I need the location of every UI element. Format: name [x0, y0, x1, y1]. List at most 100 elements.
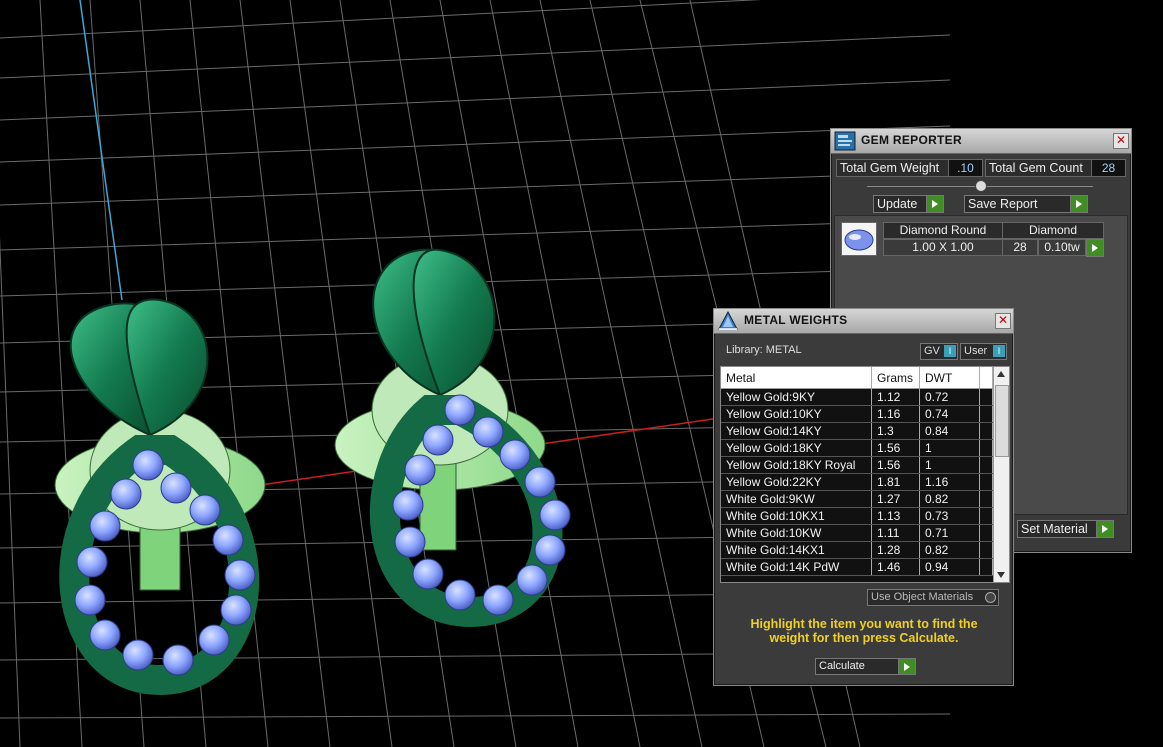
save-report-button[interactable]: Save Report	[964, 195, 1088, 213]
metal-name-cell: Yellow Gold:18KY	[721, 439, 872, 457]
gv-label: GV	[924, 345, 940, 357]
table-row[interactable]: White Gold:10KX1 1.13 0.73	[721, 507, 993, 525]
metal-table-scrollbar[interactable]	[993, 367, 1009, 582]
metal-name-cell: White Gold:14KX1	[721, 541, 872, 559]
grams-cell: 1.56	[871, 439, 920, 457]
table-row[interactable]: Yellow Gold:18KY Royal 1.56 1	[721, 456, 993, 474]
toggle-indicator-icon: I	[944, 345, 956, 357]
dwt-cell: 0.74	[919, 405, 980, 423]
gem-weight-cell: 0.10tw	[1038, 239, 1086, 256]
gem-count-cell: 28	[1002, 239, 1038, 256]
table-row[interactable]: White Gold:10KW 1.11 0.71	[721, 524, 993, 542]
metal-name-cell: White Gold:10KW	[721, 524, 872, 542]
gem-material-cell: Diamond	[1002, 222, 1104, 239]
gem-reporter-close-button[interactable]: ✕	[1113, 133, 1129, 149]
use-object-materials-label: Use Object Materials	[871, 591, 974, 603]
gem-name-cell: Diamond Round	[883, 222, 1003, 239]
gv-toggle[interactable]: GV I	[920, 343, 958, 360]
dwt-cell: 0.84	[919, 422, 980, 440]
set-material-button[interactable]: Set Material	[1017, 520, 1114, 538]
metal-weights-title: METAL WEIGHTS	[744, 313, 848, 327]
total-gem-count-value: 28	[1091, 159, 1126, 177]
extra-cell	[979, 541, 993, 559]
extra-cell	[979, 524, 993, 542]
column-header-grams[interactable]: Grams	[871, 367, 920, 389]
extra-cell	[979, 473, 993, 491]
play-icon	[898, 659, 915, 674]
dwt-cell: 0.94	[919, 558, 980, 576]
column-header-dwt[interactable]: DWT	[919, 367, 980, 389]
table-row[interactable]: Yellow Gold:22KY 1.81 1.16	[721, 473, 993, 491]
total-gem-weight-value: .10	[948, 159, 983, 177]
library-label: Library: METAL	[726, 344, 802, 356]
radio-icon	[985, 592, 996, 603]
grams-cell: 1.13	[871, 507, 920, 525]
gem-reporter-titlebar[interactable]: GEM REPORTER ✕	[831, 129, 1131, 154]
dwt-cell: 1	[919, 456, 980, 474]
metal-weights-close-button[interactable]: ✕	[995, 313, 1011, 329]
user-label: User	[964, 345, 988, 357]
play-icon	[1070, 196, 1087, 212]
dwt-cell: 0.73	[919, 507, 980, 525]
set-material-label: Set Material	[1021, 522, 1088, 536]
metal-name-cell: White Gold:14K PdW	[721, 558, 872, 576]
play-icon	[1096, 521, 1113, 537]
y-axis-line	[79, 0, 123, 301]
update-button[interactable]: Update	[873, 195, 944, 213]
right-earring[interactable]	[334, 248, 571, 628]
table-row[interactable]: White Gold:14K PdW 1.46 0.94	[721, 558, 993, 576]
gem-row[interactable]: Diamond Round Diamond 1.00 X 1.00 28 0.1…	[841, 222, 1104, 257]
table-row[interactable]: White Gold:14KX1 1.28 0.82	[721, 541, 993, 559]
gem-reporter-title: GEM REPORTER	[861, 133, 962, 147]
use-object-materials-checkbox[interactable]: Use Object Materials	[867, 589, 999, 606]
user-toggle[interactable]: User I	[960, 343, 1007, 360]
extra-cell	[979, 507, 993, 525]
table-row[interactable]: Yellow Gold:18KY 1.56 1	[721, 439, 993, 457]
metal-name-cell: Yellow Gold:9KY	[721, 388, 872, 406]
table-row[interactable]: Yellow Gold:9KY 1.12 0.72	[721, 388, 993, 406]
dwt-cell: 0.82	[919, 541, 980, 559]
table-row[interactable]: White Gold:9KW 1.27 0.82	[721, 490, 993, 508]
metal-name-cell: White Gold:9KW	[721, 490, 872, 508]
metal-weights-icon	[718, 311, 738, 330]
calculate-button[interactable]: Calculate	[815, 658, 916, 675]
grams-cell: 1.28	[871, 541, 920, 559]
hint-text: Highlight the item you want to find the …	[750, 617, 978, 645]
dwt-cell: 0.71	[919, 524, 980, 542]
metal-name-cell: Yellow Gold:14KY	[721, 422, 872, 440]
splitter-handle[interactable]	[975, 180, 987, 192]
play-icon	[926, 196, 943, 212]
grams-cell: 1.3	[871, 422, 920, 440]
extra-cell	[979, 456, 993, 474]
dwt-cell: 1.16	[919, 473, 980, 491]
gem-report-icon	[834, 131, 856, 151]
scroll-up-icon[interactable]	[997, 371, 1005, 377]
table-row[interactable]: Yellow Gold:14KY 1.3 0.84	[721, 422, 993, 440]
dwt-cell: 0.82	[919, 490, 980, 508]
column-header-extra	[979, 367, 993, 389]
extra-cell	[979, 422, 993, 440]
gem-row-play-button[interactable]	[1086, 239, 1104, 257]
extra-cell	[979, 490, 993, 508]
column-header-metal[interactable]: Metal	[721, 367, 872, 389]
grams-cell: 1.27	[871, 490, 920, 508]
left-earring[interactable]	[54, 298, 266, 696]
scroll-thumb[interactable]	[995, 385, 1009, 457]
play-icon	[1092, 244, 1098, 252]
extra-cell	[979, 388, 993, 406]
metal-table: Metal Grams DWT Yellow Gold:9KY 1.12 0.72 Y…	[721, 367, 993, 576]
grams-cell: 1.46	[871, 558, 920, 576]
dwt-cell: 1	[919, 439, 980, 457]
toggle-indicator-icon: I	[993, 345, 1005, 357]
metal-table-header: Metal Grams DWT	[721, 367, 993, 389]
scroll-down-icon[interactable]	[997, 572, 1005, 578]
extra-cell	[979, 439, 993, 457]
metal-table-wrap: Metal Grams DWT Yellow Gold:9KY 1.12 0.72 Y…	[721, 367, 993, 582]
calculate-label: Calculate	[819, 660, 865, 672]
total-gem-weight-label: Total Gem Weight	[836, 159, 949, 177]
dwt-cell: 0.72	[919, 388, 980, 406]
grams-cell: 1.56	[871, 456, 920, 474]
table-row[interactable]: Yellow Gold:10KY 1.16 0.74	[721, 405, 993, 423]
metal-name-cell: Yellow Gold:18KY Royal	[721, 456, 872, 474]
metal-weights-titlebar[interactable]: METAL WEIGHTS ✕	[714, 309, 1013, 334]
